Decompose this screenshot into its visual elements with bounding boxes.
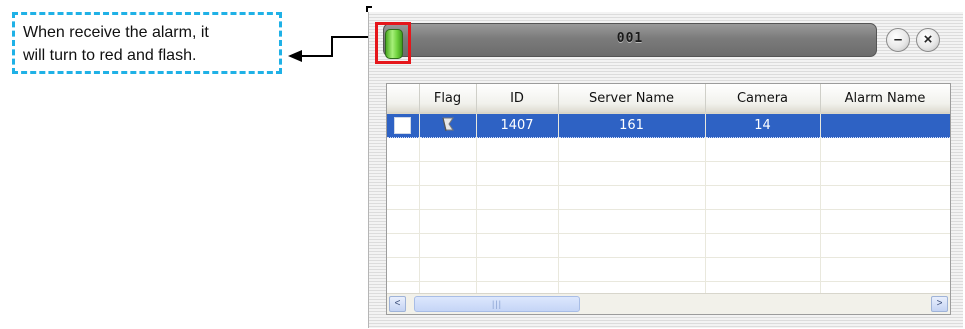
empty-row xyxy=(387,185,950,210)
alarm-light-icon[interactable] xyxy=(385,29,403,59)
row-checkbox-cell[interactable] xyxy=(387,113,420,138)
scroll-left-button[interactable]: < xyxy=(389,296,406,312)
scroll-right-button[interactable]: > xyxy=(931,296,948,312)
alarm-indicator-highlight xyxy=(375,22,411,64)
empty-row xyxy=(387,257,950,282)
row-alarm-name-cell xyxy=(820,113,950,138)
table-header-row: Flag ID Server Name Camera Alarm Name xyxy=(387,84,950,114)
row-flag-cell[interactable] xyxy=(419,113,477,138)
row-id-cell: 1407 xyxy=(476,113,559,138)
horizontal-scrollbar[interactable]: < ||| > xyxy=(387,293,950,314)
empty-row xyxy=(387,137,950,162)
empty-row xyxy=(387,209,950,234)
column-header-flag[interactable]: Flag xyxy=(419,84,477,114)
column-header-id[interactable]: ID xyxy=(476,84,559,114)
alarm-table: Flag ID Server Name Camera Alarm Name 14… xyxy=(386,83,951,315)
window-title: 001 xyxy=(616,31,644,46)
minimize-button[interactable]: – xyxy=(886,28,910,52)
flag-icon xyxy=(441,117,454,131)
scrollbar-thumb[interactable]: ||| xyxy=(414,296,580,312)
column-header-server-name[interactable]: Server Name xyxy=(558,84,706,114)
close-button[interactable]: × xyxy=(916,28,940,52)
column-header-alarm-name[interactable]: Alarm Name xyxy=(820,84,950,114)
row-checkbox[interactable] xyxy=(394,117,412,134)
column-header-camera[interactable]: Camera xyxy=(705,84,821,114)
title-bar[interactable]: 001 xyxy=(383,23,877,57)
row-camera-cell: 14 xyxy=(705,113,821,138)
empty-row xyxy=(387,161,950,186)
row-server-name-cell: 161 xyxy=(558,113,706,138)
empty-row xyxy=(387,233,950,258)
alarm-window: 001 – × Flag ID Server Name Camera Alarm… xyxy=(368,12,963,328)
column-header-select[interactable] xyxy=(387,84,420,114)
table-row[interactable]: 1407 161 14 xyxy=(387,113,950,138)
